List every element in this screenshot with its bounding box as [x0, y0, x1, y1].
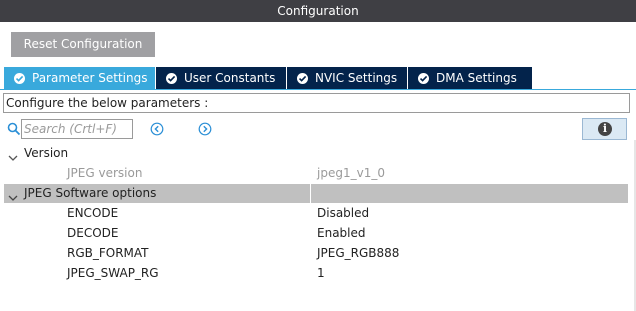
tab-user-constants[interactable]: User Constants — [156, 67, 287, 90]
param-value: jpeg1_v1_0 — [317, 166, 385, 180]
param-name: RGB_FORMAT — [67, 246, 149, 260]
param-row[interactable]: JPEG_SWAP_RG 1 — [0, 263, 636, 283]
param-row[interactable]: DECODE Enabled — [0, 223, 636, 243]
window-title: Configuration — [0, 0, 636, 23]
group-version[interactable]: Version — [4, 144, 628, 163]
tab-label: NVIC Settings — [315, 71, 398, 85]
tab-parameter-settings[interactable]: Parameter Settings — [4, 67, 156, 90]
column-divider — [310, 184, 311, 203]
param-value[interactable]: JPEG_RGB888 — [317, 243, 399, 263]
check-circle-icon — [166, 73, 177, 84]
tab-label: Parameter Settings — [32, 71, 148, 85]
param-name: ENCODE — [67, 206, 119, 220]
chevron-right-circle-icon[interactable] — [198, 122, 212, 136]
param-value[interactable]: Disabled — [317, 203, 369, 223]
param-row[interactable]: ENCODE Disabled — [0, 203, 636, 223]
chevron-left-circle-icon[interactable] — [150, 122, 164, 136]
group-label: JPEG Software options — [24, 186, 157, 200]
param-name: JPEG version — [67, 166, 143, 180]
check-circle-icon — [297, 73, 308, 84]
group-jpeg-software-options[interactable]: JPEG Software options — [4, 184, 628, 203]
param-row[interactable]: JPEG version jpeg1_v1_0 — [0, 163, 636, 183]
tab-underline — [0, 89, 636, 90]
check-circle-icon — [14, 73, 25, 84]
param-name: JPEG_SWAP_RG — [67, 266, 159, 280]
check-circle-icon — [418, 73, 429, 84]
info-icon: i — [598, 122, 612, 136]
info-button[interactable]: i — [582, 118, 627, 140]
param-row[interactable]: RGB_FORMAT JPEG_RGB888 — [0, 243, 636, 263]
tab-label: DMA Settings — [436, 71, 517, 85]
description-text: Configure the below parameters : — [3, 93, 630, 113]
tab-label: User Constants — [184, 71, 276, 85]
tab-nvic-settings[interactable]: NVIC Settings — [287, 67, 408, 90]
chevron-down-icon — [8, 189, 18, 201]
reset-configuration-button[interactable]: Reset Configuration — [11, 32, 155, 57]
param-value[interactable]: Enabled — [317, 223, 366, 243]
param-name: DECODE — [67, 226, 119, 240]
tab-dma-settings[interactable]: DMA Settings — [408, 67, 533, 90]
search-icon — [7, 122, 21, 136]
group-label: Version — [24, 146, 69, 160]
param-value[interactable]: 1 — [317, 263, 325, 283]
chevron-down-icon — [8, 149, 18, 161]
search-input[interactable] — [21, 119, 133, 139]
